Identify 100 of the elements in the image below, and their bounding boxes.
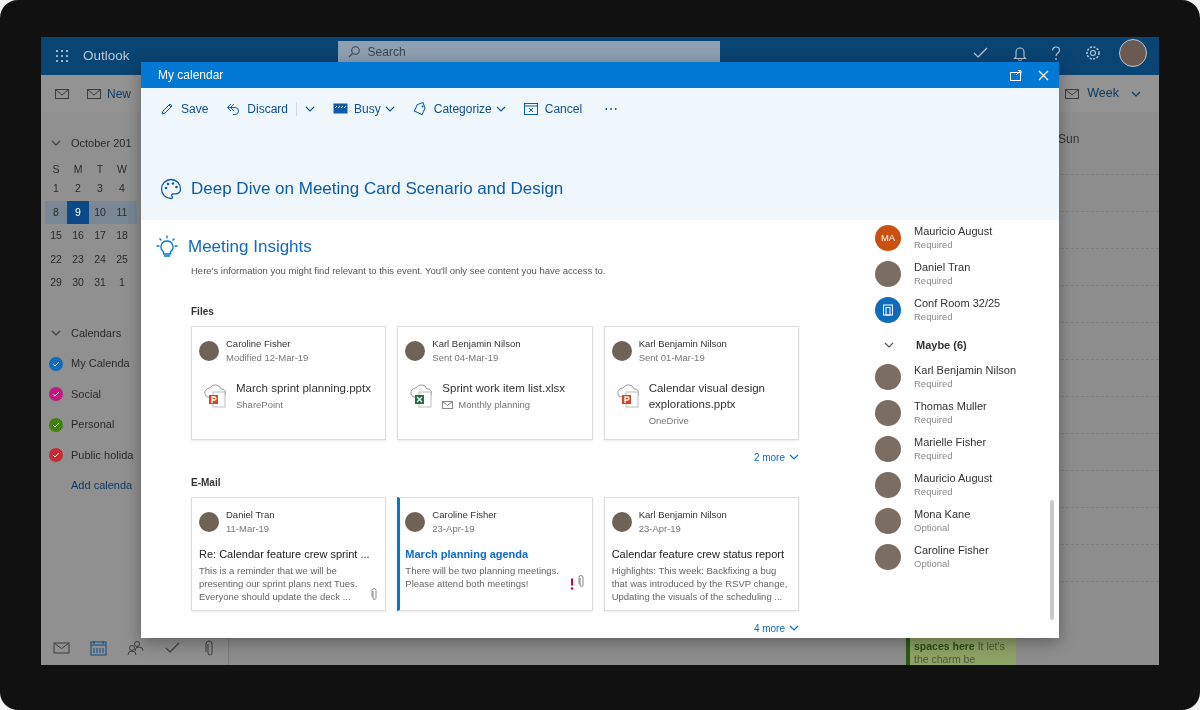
bell-icon[interactable] — [1013, 45, 1027, 61]
attendee-name: Mauricio August — [914, 472, 993, 485]
busy-button[interactable]: Busy — [333, 100, 395, 118]
calendar-day[interactable]: 17 — [89, 224, 111, 248]
calendar-check-icon[interactable] — [49, 387, 63, 401]
settings-icon[interactable] — [1085, 45, 1101, 61]
email-subject: Calendar feature crew status report — [611, 546, 786, 562]
calendar-day[interactable]: 11 — [111, 201, 133, 225]
mail-icon[interactable] — [53, 640, 70, 656]
split-dropdown-button[interactable] — [296, 102, 316, 116]
email-preview: Highlights: This week: Backfixing a bug that was introduced by the RSVP change, Updating the visuals of the scheduling ... — [611, 564, 789, 604]
avatar — [199, 340, 219, 361]
file-date: Sent 04-Mar-19 — [432, 350, 500, 365]
calendar-day[interactable]: 22 — [45, 248, 67, 272]
avatar — [875, 436, 901, 462]
room-icon — [875, 297, 901, 323]
view-dropdown[interactable]: Week — [1065, 84, 1141, 103]
more-link[interactable]: 2 more — [753, 449, 799, 465]
attendee-name: Marielle Fisher — [914, 436, 987, 449]
calendar-day[interactable]: 8 — [45, 201, 67, 225]
email-card[interactable]: Daniel Tran 11-Mar-19 Re: Calendar feature crew sprint ... This is a reminder that we will be presenting our sprint plans next Tues. Everyone should update the deck ... — [191, 496, 387, 611]
mail-icon — [87, 88, 101, 99]
avatar — [405, 511, 426, 532]
calendar-day[interactable]: 24 — [89, 248, 111, 272]
app-launcher-icon[interactable] — [56, 50, 68, 62]
person-name: Daniel Tran — [226, 507, 275, 522]
calendar-day[interactable]: 25 — [111, 248, 133, 272]
calendar-day[interactable]: 4 — [111, 177, 133, 201]
mail-icon[interactable] — [55, 88, 69, 99]
close-icon[interactable] — [1038, 69, 1049, 81]
calendar-day[interactable]: 15 — [45, 224, 67, 248]
calendar-name[interactable]: Social — [71, 385, 101, 403]
mail-icon — [1065, 88, 1080, 99]
people-icon[interactable] — [127, 640, 144, 656]
email-date: 23-Apr-19 — [432, 521, 476, 536]
calendar-event[interactable]: spaces here It let's the charm be — [906, 637, 1016, 665]
selected-week[interactable]: 8 9 10 11 — [45, 201, 137, 225]
chevron-icon — [305, 106, 316, 112]
email-card[interactable]: Karl Benjamin Nilson 23-Apr-19 Calendar feature crew status report Highlights: This week: Backfixing a bug that was introduced by the RSVP change, Updating the visuals of the scheduling ... — [603, 496, 799, 611]
attendee-role: Required — [914, 449, 954, 462]
email-date: 23-Apr-19 — [638, 521, 682, 536]
calendar-name[interactable]: My Calenda — [71, 355, 130, 372]
attendee-name: Mauricio August — [914, 225, 993, 238]
person-name: Caroline Fisher — [226, 336, 292, 351]
attendee-name: Conf Room 32/25 — [914, 297, 1001, 310]
chevron-icon — [384, 106, 395, 112]
calendar-check-icon[interactable] — [49, 417, 63, 432]
file-card[interactable]: Caroline Fisher Modified 12-Mar-19 March sprint planning.pptx SharePoint — [191, 325, 387, 440]
calendar-name[interactable]: Public holida — [71, 446, 134, 464]
calendar-day[interactable]: 10 — [89, 201, 111, 225]
calendar-check-icon[interactable] — [49, 448, 63, 462]
avatar — [875, 544, 901, 570]
scrollbar-thumb[interactable] — [1050, 500, 1054, 620]
calendar-day[interactable]: 23 — [67, 248, 89, 272]
avatar — [875, 400, 901, 426]
search-field[interactable]: Search — [337, 41, 720, 63]
calendar-cancel-icon — [523, 102, 539, 116]
calendar-day[interactable]: 1 — [111, 271, 133, 295]
save-button[interactable]: Save — [160, 100, 209, 118]
email-card[interactable]: Caroline Fisher 23-Apr-19 March planning agenda There will be two planning meetings. Please attend both meetings! — [397, 496, 593, 611]
attendee-role: Optional — [914, 521, 951, 534]
chevron-icon — [789, 454, 799, 461]
file-card[interactable]: Karl Benjamin Nilson Sent 04-Mar-19 Sprint work item list.xlsx Monthly planning — [397, 325, 593, 440]
cancel-button[interactable]: Cancel — [523, 100, 583, 118]
avatar: MA — [875, 225, 901, 251]
file-card[interactable]: Karl Benjamin Nilson Sent 01-Mar-19 Calendar visual design explorations.pptx OneDrive — [603, 325, 799, 440]
discard-button[interactable]: Discard — [226, 100, 289, 118]
event-title: Deep Dive on Meeting Card Scenario and Design — [191, 178, 564, 200]
file-name[interactable]: March sprint planning.pptx — [236, 379, 371, 396]
calendar-day[interactable]: 31 — [89, 271, 111, 295]
avatar[interactable] — [1119, 39, 1147, 67]
calendar-day[interactable]: 9 — [67, 201, 89, 225]
calendar-day[interactable]: 30 — [67, 271, 89, 295]
attendee-role: Required — [914, 238, 954, 251]
avatar — [875, 508, 901, 534]
month-label[interactable]: October 201 — [71, 135, 132, 152]
calendar-day[interactable]: 16 — [67, 224, 89, 248]
calendar-day[interactable]: 1 — [45, 177, 67, 201]
section-heading: Files — [191, 304, 215, 319]
chevron-icon — [1131, 90, 1141, 97]
tasks-icon[interactable] — [973, 46, 989, 60]
section-title: Meeting Insights — [188, 236, 312, 258]
calendar-day[interactable]: 18 — [111, 224, 133, 248]
calendar-name[interactable]: Personal — [71, 416, 115, 433]
help-icon[interactable] — [1051, 45, 1061, 61]
calendar-check-icon[interactable] — [49, 356, 63, 371]
categorize-button[interactable]: Categorize — [412, 100, 506, 118]
more-link[interactable]: 4 more — [753, 620, 799, 636]
calendar-day[interactable]: 2 — [67, 177, 89, 201]
calendar-day[interactable]: 3 — [89, 177, 111, 201]
avatar — [199, 511, 219, 532]
group-toggle[interactable]: Maybe (6) — [875, 331, 1043, 359]
more-button[interactable]: ⋯ — [604, 98, 619, 120]
calendar-day[interactable]: 29 — [45, 271, 67, 295]
file-name[interactable]: Calendar visual design explorations.pptx — [648, 379, 791, 412]
file-name[interactable]: Sprint work item list.xlsx — [442, 379, 565, 396]
new-button[interactable]: New — [87, 84, 131, 103]
app-name: Outlook — [83, 46, 130, 65]
lightbulb-icon — [156, 234, 178, 259]
pop-out-icon[interactable] — [1010, 69, 1022, 81]
